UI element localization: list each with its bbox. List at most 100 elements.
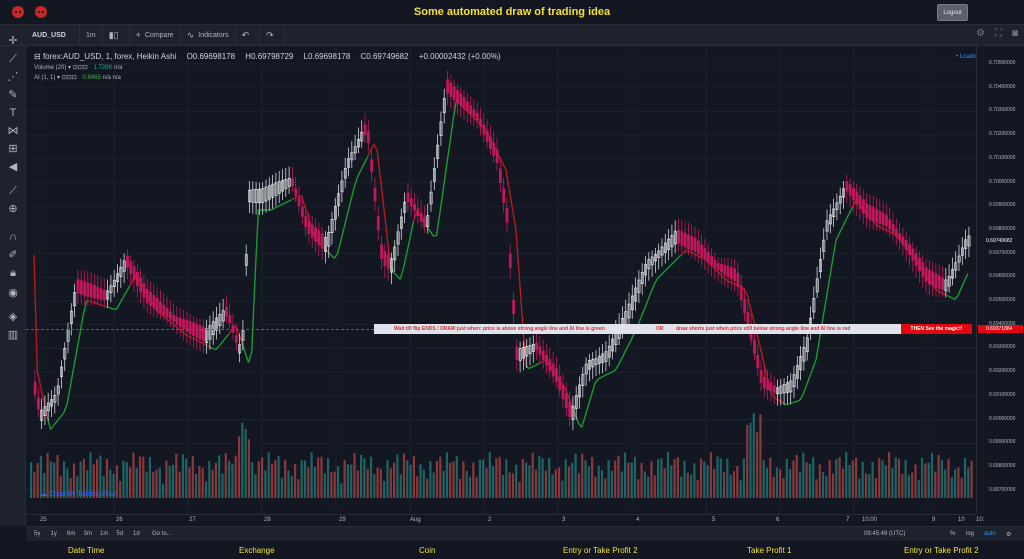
- ai-line-segment: [251, 276, 256, 352]
- volume-bar: [399, 474, 402, 498]
- candle-body: [132, 266, 136, 281]
- ai-line-segment: [366, 150, 372, 158]
- candle-body: [703, 248, 707, 260]
- range-button-6m[interactable]: 6m: [67, 531, 75, 537]
- candle-style-button[interactable]: ▮▯: [103, 25, 130, 45]
- camera-icon[interactable]: ◙: [1012, 28, 1018, 39]
- goto-button[interactable]: Go to...: [152, 531, 172, 537]
- candle-body: [495, 149, 499, 163]
- chart-canvas[interactable]: [26, 46, 976, 514]
- candle-body: [155, 298, 159, 311]
- auto-toggle[interactable]: auto: [984, 531, 996, 537]
- candle-body: [198, 325, 202, 340]
- stay-drawing-icon[interactable]: ✐: [6, 248, 20, 262]
- settings-gear-icon[interactable]: ⚙: [976, 28, 985, 39]
- candle-body: [739, 285, 743, 300]
- candle-body: [508, 253, 512, 268]
- ai-line-segment: [878, 225, 883, 229]
- range-button-5y[interactable]: 5y: [34, 531, 40, 537]
- compare-button[interactable]: + Compare: [130, 25, 181, 45]
- ai-line-segment: [604, 373, 609, 377]
- price-scale[interactable]: 0.70500000 0.70400000 0.70300000 0.70200000…: [976, 46, 1024, 514]
- back-arrow-icon[interactable]: ◀: [6, 160, 20, 174]
- legend-collapse-icon[interactable]: ⊟: [34, 52, 41, 61]
- candle-body: [459, 93, 463, 106]
- volume-indicator-legend[interactable]: Volume (20) ▾ ⊡⊡⊡ 1.728K n/a: [34, 64, 123, 71]
- volume-bar: [716, 456, 719, 498]
- volume-bar: [168, 465, 171, 498]
- ai-line-segment: [303, 205, 309, 216]
- ai-line-segment: [657, 274, 662, 279]
- volume-bar: [640, 462, 643, 498]
- fib-icon[interactable]: ⋰: [6, 70, 20, 84]
- volume-bar: [185, 458, 188, 498]
- text-tool-icon[interactable]: T: [6, 106, 20, 120]
- candle-body: [162, 304, 166, 316]
- candle-body: [911, 248, 915, 261]
- tradingview-watermark[interactable]: ☁ Chart by TradingView: [40, 490, 116, 498]
- bottom-toolbar: Go to... 09:45:49 (UTC) % log auto ⚙ 5y 1…: [26, 526, 1024, 541]
- candles-icon: ▮▯: [108, 29, 119, 40]
- ai-line-segment: [195, 339, 200, 343]
- redo-button[interactable]: ↷: [260, 25, 285, 45]
- volume-bar: [221, 473, 224, 498]
- log-toggle[interactable]: log: [966, 531, 974, 537]
- candle-body: [736, 272, 740, 287]
- volume-bar: [538, 455, 541, 498]
- layers-icon[interactable]: ◈: [6, 310, 20, 324]
- price-chart[interactable]: [26, 46, 976, 514]
- trading-app: Some automated draw of trading idea Logo…: [0, 0, 1024, 559]
- time-tick: 29: [339, 517, 346, 523]
- candle-body: [376, 216, 380, 231]
- ai-line-segment: [835, 233, 840, 241]
- ai-line-segment: [687, 250, 692, 253]
- magnet-icon[interactable]: ∩: [6, 230, 20, 244]
- range-button-1m[interactable]: 1m: [100, 531, 108, 537]
- price-tick: 0.69100000: [989, 391, 1016, 398]
- ai-line-segment: [201, 342, 206, 346]
- prediction-icon[interactable]: ⊞: [6, 142, 20, 156]
- undo-button[interactable]: ↶: [236, 25, 261, 45]
- time-scale[interactable]: 25 26 27 28 29 Aug 2 3 4 5 6 7 10:00 9 10 10:: [26, 514, 984, 526]
- ai-line-segment: [449, 120, 454, 144]
- ai-line-segment: [653, 277, 659, 285]
- time-tick: 4: [636, 517, 640, 523]
- volume-bar: [815, 479, 818, 498]
- ai-line-segment: [244, 352, 250, 363]
- ai-line-segment: [103, 305, 107, 308]
- price-tick: 0.69600000: [989, 273, 1016, 280]
- volume-bar: [742, 458, 745, 498]
- candle-body: [726, 266, 730, 277]
- fullscreen-icon[interactable]: ⛶: [995, 28, 1002, 39]
- brush-icon[interactable]: ✎: [6, 88, 20, 102]
- volume-bar: [393, 462, 396, 498]
- trend-line-icon[interactable]: ⟋: [6, 52, 20, 66]
- crosshair-icon[interactable]: ✛: [6, 34, 20, 48]
- candle-body: [716, 263, 720, 271]
- ai-indicator-legend[interactable]: AI (1, 1) ▾ ⊡⊡⊡ 0.6965 n/a n/a: [34, 74, 121, 81]
- indicators-button[interactable]: ∿ Indicators: [181, 25, 236, 45]
- scale-settings-gear-icon[interactable]: ⚙: [1006, 531, 1011, 538]
- interval-button[interactable]: 1m: [80, 25, 103, 45]
- range-button-1d[interactable]: 1d: [133, 531, 140, 537]
- candle-body: [152, 294, 156, 309]
- compare-label: Compare: [144, 31, 174, 39]
- pattern-icon[interactable]: ⋈: [6, 124, 20, 138]
- range-button-3m[interactable]: 3m: [84, 531, 92, 537]
- lock-icon[interactable]: 🔒︎: [6, 266, 20, 280]
- ai-line-segment: [294, 195, 299, 199]
- zoom-icon[interactable]: ⊕: [6, 202, 20, 216]
- volume-bar: [353, 453, 356, 498]
- ai-line-segment: [954, 295, 959, 300]
- volume-bar: [564, 459, 567, 498]
- logout-button[interactable]: Logout: [937, 4, 968, 21]
- range-button-1y[interactable]: 1y: [51, 531, 57, 537]
- range-button-5d[interactable]: 5d: [117, 531, 124, 537]
- ai-line-segment: [291, 197, 296, 201]
- percent-toggle[interactable]: %: [950, 531, 955, 537]
- candle-body: [772, 385, 776, 394]
- eye-icon[interactable]: ◉: [6, 286, 20, 300]
- trash-icon[interactable]: ▥: [6, 328, 20, 342]
- ruler-icon[interactable]: ⟋: [6, 184, 20, 198]
- volume-bar: [756, 432, 759, 498]
